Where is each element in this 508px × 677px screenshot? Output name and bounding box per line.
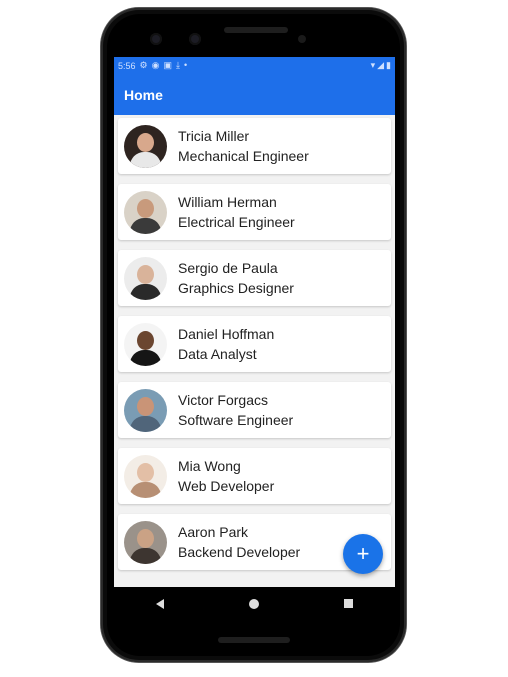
contact-role: Software Engineer bbox=[178, 412, 294, 428]
gear-icon: ⚙ bbox=[139, 60, 148, 70]
contact-role: Mechanical Engineer bbox=[178, 148, 309, 164]
contact-card[interactable]: Tricia Miller Mechanical Engineer bbox=[118, 118, 391, 174]
avatar bbox=[124, 256, 167, 300]
page-title: Home bbox=[124, 86, 163, 103]
contact-info: William Herman Electrical Engineer bbox=[178, 192, 295, 232]
contact-info: Mia Wong Web Developer bbox=[178, 456, 274, 496]
back-icon[interactable] bbox=[156, 598, 165, 609]
wifi-icon: ▾ bbox=[370, 60, 376, 70]
app-screen: 5:56 ⚙ ◉ ▣ ⤓ • ▾ ◢ ▮ Home Tricia Miller M… bbox=[114, 57, 395, 587]
home-icon[interactable] bbox=[248, 598, 259, 609]
contact-list[interactable]: Tricia Miller Mechanical Engineer William … bbox=[114, 115, 395, 570]
proximity-sensor bbox=[298, 35, 306, 43]
notification-icon: ◉ bbox=[151, 60, 160, 70]
contact-card[interactable]: Sergio de Paula Graphics Designer bbox=[118, 250, 391, 306]
contact-card[interactable]: Victor Forgacs Software Engineer bbox=[118, 382, 391, 438]
avatar bbox=[124, 454, 167, 498]
navigation-bar bbox=[114, 587, 395, 620]
contact-name: Daniel Hoffman bbox=[178, 326, 275, 342]
contact-info: Victor Forgacs Software Engineer bbox=[178, 390, 293, 430]
front-camera-left bbox=[150, 33, 162, 45]
avatar bbox=[124, 190, 167, 234]
contact-name: Tricia Miller bbox=[178, 128, 250, 144]
recent-apps-icon[interactable] bbox=[343, 599, 353, 608]
add-contact-button[interactable]: + bbox=[343, 534, 383, 574]
contact-card[interactable]: Mia Wong Web Developer bbox=[118, 448, 391, 504]
contact-info: Aaron Park Backend Developer bbox=[178, 522, 300, 562]
avatar bbox=[124, 124, 167, 168]
contact-role: Web Developer bbox=[178, 478, 275, 494]
contact-role: Electrical Engineer bbox=[178, 214, 295, 230]
contact-card[interactable]: Daniel Hoffman Data Analyst bbox=[118, 316, 391, 372]
bottom-speaker bbox=[218, 637, 290, 643]
status-bar: 5:56 ⚙ ◉ ▣ ⤓ • ▾ ◢ ▮ bbox=[114, 57, 395, 74]
front-camera-right bbox=[189, 33, 201, 45]
contact-role: Graphics Designer bbox=[178, 280, 294, 296]
contact-card[interactable]: William Herman Electrical Engineer bbox=[118, 184, 391, 240]
app-bar: Home bbox=[114, 74, 395, 115]
contact-name: Victor Forgacs bbox=[178, 392, 268, 408]
contact-name: Mia Wong bbox=[178, 458, 241, 474]
contact-role: Data Analyst bbox=[178, 346, 257, 362]
cast-icon: ▣ bbox=[163, 60, 172, 70]
signal-icon: ◢ bbox=[377, 60, 385, 70]
contact-name: Sergio de Paula bbox=[178, 260, 278, 276]
plus-icon: + bbox=[356, 541, 370, 566]
earpiece-speaker bbox=[224, 27, 288, 33]
avatar bbox=[124, 520, 167, 564]
contact-info: Daniel Hoffman Data Analyst bbox=[178, 324, 274, 364]
contact-role: Backend Developer bbox=[178, 544, 301, 560]
avatar bbox=[124, 322, 167, 366]
status-time: 5:56 bbox=[118, 60, 136, 71]
download-icon: ⤓ bbox=[175, 60, 180, 70]
contact-info: Tricia Miller Mechanical Engineer bbox=[178, 126, 309, 166]
contact-name: William Herman bbox=[178, 194, 277, 210]
avatar bbox=[124, 388, 167, 432]
dot-icon: • bbox=[183, 60, 188, 70]
battery-icon: ▮ bbox=[386, 60, 391, 70]
contact-name: Aaron Park bbox=[178, 524, 249, 540]
contact-info: Sergio de Paula Graphics Designer bbox=[178, 258, 294, 298]
